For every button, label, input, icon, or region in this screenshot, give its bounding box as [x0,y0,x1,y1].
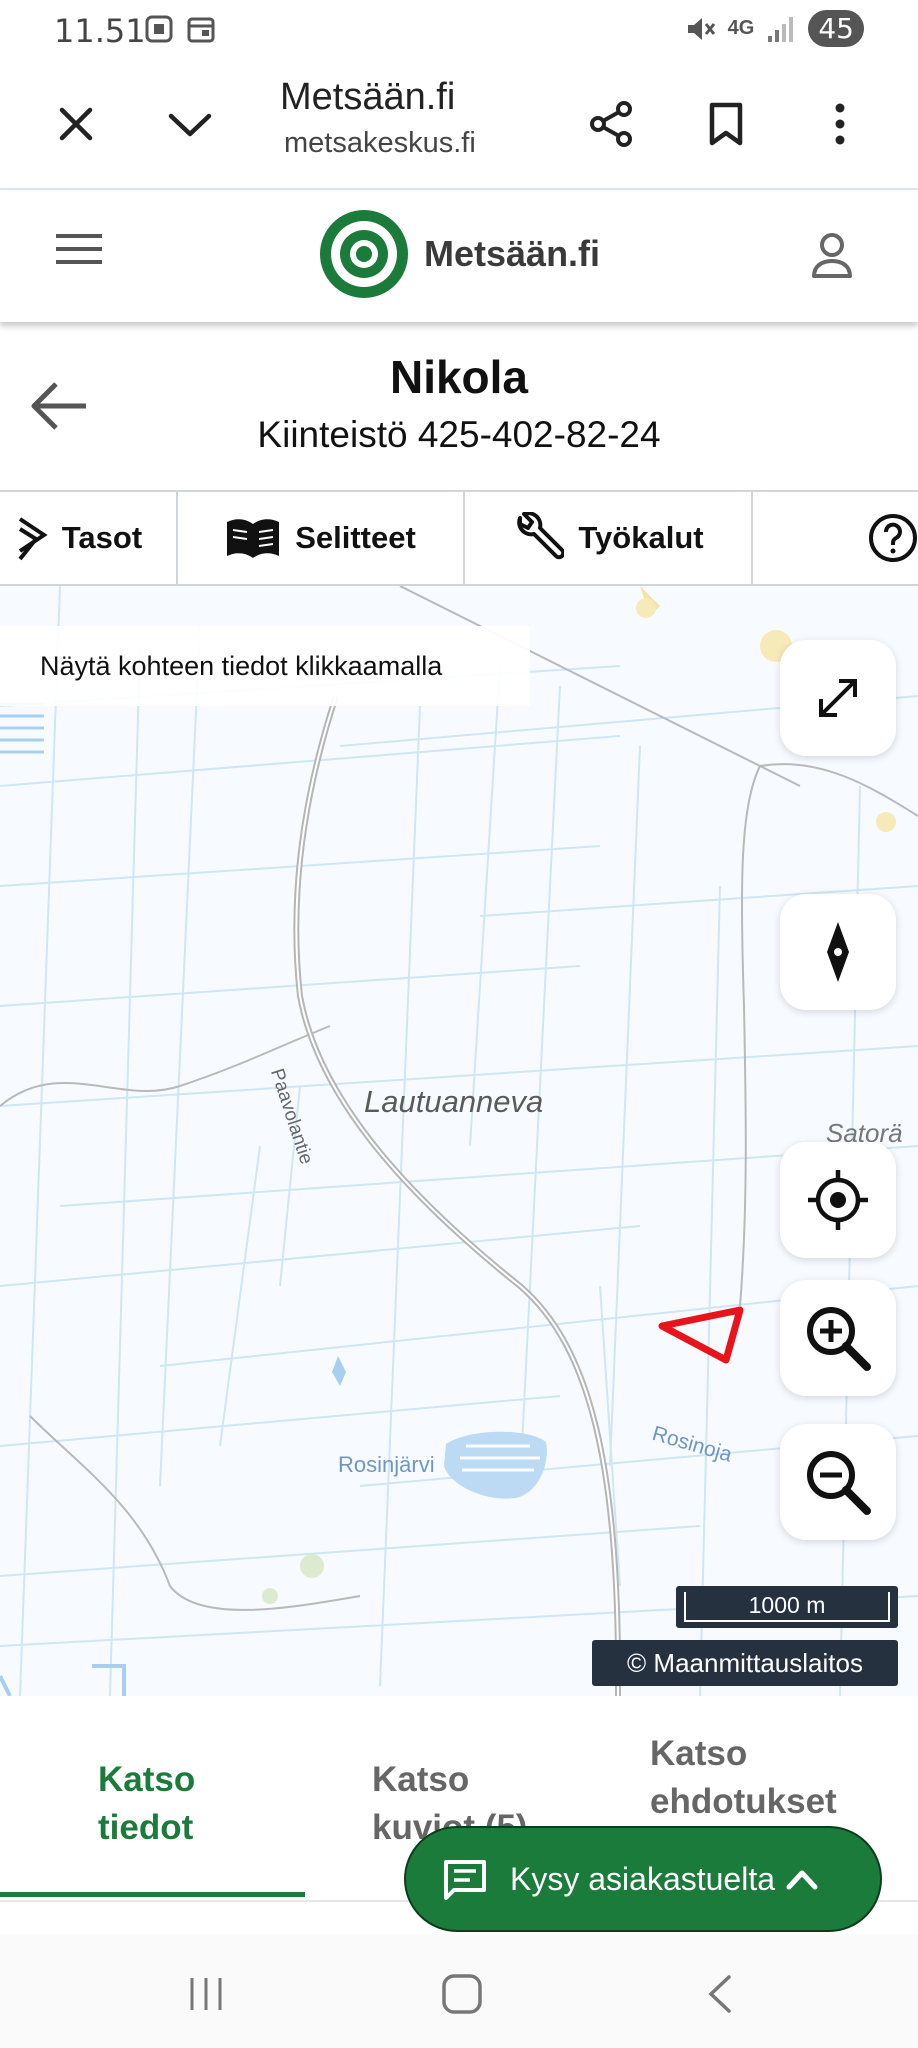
recent-apps-button[interactable] [176,1964,236,2024]
property-id: Kiinteistö 425-402-82-24 [257,414,661,455]
wrench-icon [517,512,565,560]
locate-button[interactable] [780,1142,896,1258]
status-time: 11.51 [54,12,146,50]
zoom-out-icon [807,1451,871,1515]
site-header: Metsään.fi [0,192,918,322]
home-button[interactable] [432,1964,492,2024]
mute-icon [687,17,715,40]
customer-support-chat-button[interactable]: Kysy asiakastuelta [404,1826,882,1932]
browser-title-area[interactable]: Metsään.fi metsakeskus.fi [280,76,580,160]
close-tab-button[interactable] [44,92,108,156]
book-icon [227,519,280,558]
property-header: Nikola Kiinteistö 425-402-82-24 [0,322,918,490]
map-copyright: © Maanmittauslaitos [592,1640,898,1686]
system-navigation-bar [0,1934,918,2048]
bookmark-icon [709,102,743,146]
tab-proposals-line1: Katso [650,1734,748,1773]
tab-layers[interactable]: Tasot [0,492,178,584]
browser-page-title: Metsään.fi [280,76,456,118]
screenshot-icon [145,15,173,43]
tab-layers-label: Tasot [61,520,143,555]
tab-tools[interactable]: Työkalut [465,492,753,584]
map-label-lautuanneva: Lautuanneva [364,1084,544,1119]
more-options-button[interactable] [808,92,872,156]
tab-proposals-line2: ehdotukset [650,1782,837,1821]
zoom-in-button[interactable] [780,1280,896,1396]
tab-compartments-line1: Katso [372,1760,470,1799]
tab-tools-label: Työkalut [578,520,704,555]
battery-indicator: 45 [808,10,864,47]
layers-icon [18,517,48,561]
compass-button[interactable] [780,894,896,1010]
menu-button[interactable] [56,232,120,282]
zoom-out-button[interactable] [780,1424,896,1540]
tab-help[interactable] [753,492,918,584]
chevron-down-icon [168,113,212,137]
close-icon [59,107,93,141]
tab-proposals[interactable]: Katso ehdotukset [650,1730,837,1826]
recent-apps-icon [190,1978,222,2010]
browser-toolbar: Metsään.fi metsakeskus.fi [0,62,918,190]
network-type: 4G [727,17,755,39]
site-logo[interactable]: Metsään.fi [318,208,600,300]
status-bar: 11.51 4G 45 [0,0,918,62]
share-icon [590,101,632,147]
minimize-tab-button[interactable] [158,92,222,156]
tab-legends-label: Selitteet [295,520,416,555]
home-icon [442,1974,482,2014]
more-vertical-icon [835,103,845,145]
map-label-rosinjarvi: Rosinjärvi [338,1452,435,1477]
status-system-icons: 4G 45 [682,10,864,47]
fullscreen-icon [819,679,857,717]
chevron-up-icon [786,1870,818,1890]
share-button[interactable] [580,92,644,156]
calendar-icon [187,17,215,43]
scale-label: 1000 m [748,1591,826,1618]
browser-url: metsakeskus.fi [284,127,476,159]
logo-text: Metsään.fi [424,233,601,274]
locate-icon [808,1170,868,1230]
map-hint: Näytä kohteen tiedot klikkaamalla [0,626,530,706]
user-account-button[interactable] [804,228,860,284]
status-notification-icons [144,14,216,44]
user-icon [812,233,852,278]
target-logo-icon [320,210,408,298]
tab-details-line1: Katso [98,1760,196,1799]
compass-icon [827,922,849,982]
tab-details[interactable]: Katso tiedot [98,1756,195,1852]
map-background [0,586,918,1696]
bookmark-button[interactable] [694,92,758,156]
help-icon [869,514,917,562]
fullscreen-button[interactable] [780,640,896,756]
map-tool-tabs: Tasot Selitteet Työkalut [0,490,918,586]
property-name: Nikola [389,351,529,403]
map-view[interactable]: Lautuanneva Paavolantie Rosinjärvi Rosin… [0,586,918,1696]
zoom-in-icon [807,1307,871,1371]
map-scale-bar: 1000 m [676,1586,898,1628]
chat-icon [444,1860,486,1900]
chat-button-label: Kysy asiakastuelta [510,1860,776,1897]
tab-legends[interactable]: Selitteet [178,492,465,584]
hamburger-icon [56,234,102,264]
system-back-button[interactable] [690,1964,750,2024]
active-tab-indicator [0,1892,305,1897]
signal-icon [768,16,794,42]
back-chevron-icon [708,1975,731,2013]
tab-details-line2: tiedot [98,1808,194,1847]
